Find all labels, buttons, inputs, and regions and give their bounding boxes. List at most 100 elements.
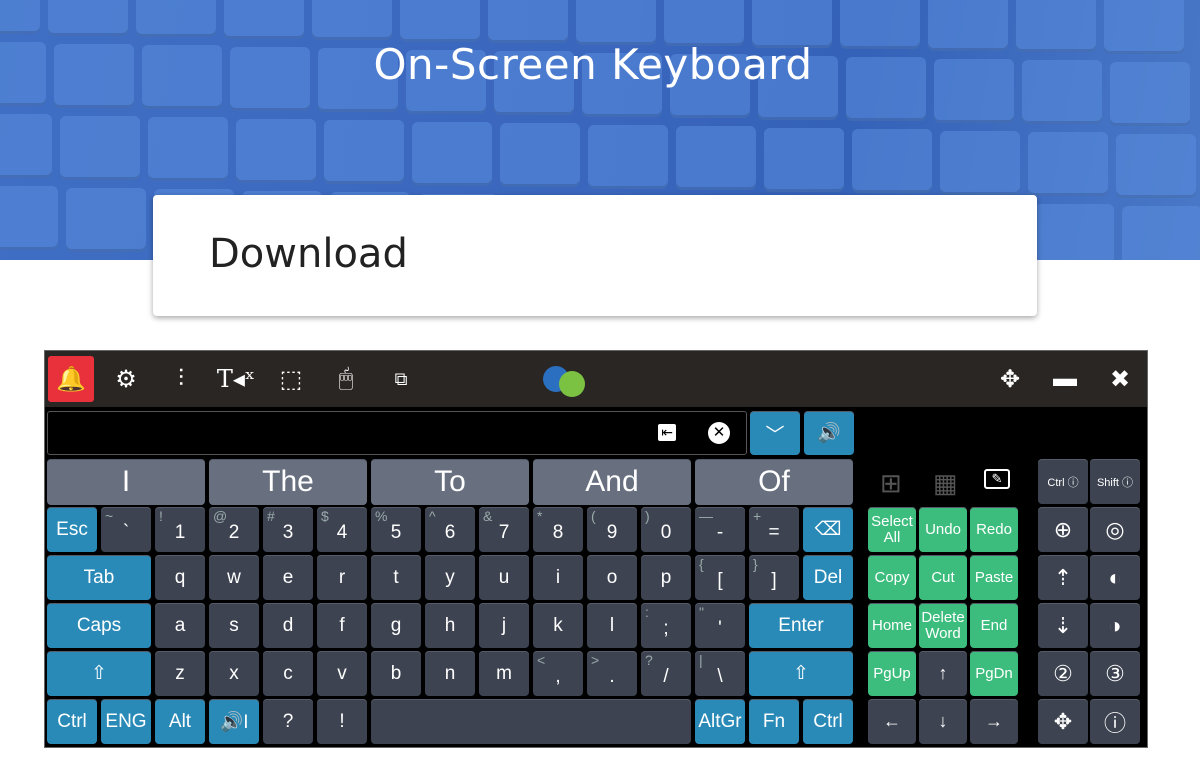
key-h[interactable]: h [425,603,475,648]
edit-key[interactable]: PgUp [868,651,916,696]
minimize-icon[interactable]: ▬ [1042,356,1088,402]
key-s[interactable]: s [209,603,259,648]
key-[interactable]: ! [317,699,367,744]
edit-key[interactable]: Paste [970,555,1018,600]
drag-button[interactable]: ✥ [1038,699,1088,744]
key-e[interactable]: e [263,555,313,600]
edit-key[interactable]: PgDn [970,651,1018,696]
key-y[interactable]: y [425,555,475,600]
suggestion-button[interactable]: The [209,459,367,505]
sliders-icon[interactable]: ⫶ [158,356,204,402]
edit-key[interactable]: Cut [919,555,967,600]
key-ENG[interactable]: ENG [101,699,151,744]
key-[interactable]: " ' [695,603,745,648]
text-input[interactable]: ⇤ ✕ [47,411,747,455]
key-f[interactable]: f [317,603,367,648]
close-icon[interactable]: ✖ [1097,356,1143,402]
key-[interactable]: ⇧ [47,651,151,696]
key-4[interactable]: $4 [317,507,367,552]
key-6[interactable]: ^ 6 [425,507,475,552]
edit-key[interactable]: Redo [970,507,1018,552]
key-[interactable]: | \ [695,651,745,696]
key-x[interactable]: x [209,651,259,696]
zoom-button[interactable]: ⊕ [1038,507,1088,552]
dropdown-button[interactable]: ﹀ [750,411,800,455]
key-u[interactable]: u [479,555,529,600]
key-q[interactable]: q [155,555,205,600]
key-Ctrl[interactable]: Ctrl [47,699,97,744]
key-Esc[interactable]: Esc [47,507,97,552]
key-[interactable]: ? / [641,651,691,696]
key-Caps[interactable]: Caps [47,603,151,648]
key-j[interactable]: j [479,603,529,648]
suggestion-button[interactable]: To [371,459,529,505]
key-5[interactable]: % 5 [371,507,421,552]
key-Del[interactable]: Del [803,555,853,600]
key-n[interactable]: n [425,651,475,696]
double-click-button[interactable]: ② [1038,651,1088,696]
key-g[interactable]: g [371,603,421,648]
key-c[interactable]: c [263,651,313,696]
key-b[interactable]: b [371,651,421,696]
key-k[interactable]: k [533,603,583,648]
edit-key[interactable]: Undo [919,507,967,552]
key-[interactable]: }] [749,555,799,600]
key-Ctrl[interactable]: Ctrl [803,699,853,744]
edit-key[interactable]: Select All [868,507,916,552]
key-l[interactable]: l [587,603,637,648]
key-i[interactable]: i [533,555,583,600]
key-[interactable]: — - [695,507,745,552]
screen-select-icon[interactable]: ⬚ [268,356,314,402]
key-w[interactable]: w [209,555,259,600]
mouse-icon[interactable]: 🖱 [323,356,369,402]
text-to-speech-mute-icon[interactable]: T◂ˣ [213,356,259,402]
key-Tab[interactable]: Tab [47,555,151,600]
key-[interactable]: :; [641,603,691,648]
clear-icon[interactable]: ✕ [708,422,730,444]
suggestion-button[interactable]: And [533,459,691,505]
key-I[interactable]: 🔊I [209,699,259,744]
edit-key[interactable]: End [970,603,1018,648]
suggestion-button[interactable]: I [47,459,205,505]
key-1[interactable]: ! 1 [155,507,205,552]
gear-icon[interactable]: ⚙ [103,356,149,402]
bell-icon[interactable]: 🔔 [48,356,94,402]
key-AltGr[interactable]: AltGr [695,699,745,744]
window-switch-icon[interactable]: ⧉ [378,356,424,402]
edit-key[interactable]: ↓ [919,699,967,744]
key-m[interactable]: m [479,651,529,696]
ctrl-click-button[interactable]: Ctrl ⓘ [1038,459,1088,504]
key-r[interactable]: r [317,555,367,600]
key-[interactable]: + = [749,507,799,552]
key-o[interactable]: o [587,555,637,600]
windows-icon[interactable]: ⊞ [880,468,902,499]
middle-click-button[interactable]: ⓘ [1090,699,1140,744]
key-Enter[interactable]: Enter [749,603,853,648]
scroll-up-button[interactable]: ⇡ [1038,555,1088,600]
key-8[interactable]: * 8 [533,507,583,552]
key-3[interactable]: #3 [263,507,313,552]
scroll-down-button[interactable]: ⇣ [1038,603,1088,648]
key-2[interactable]: @2 [209,507,259,552]
key-Alt[interactable]: Alt [155,699,205,744]
key-[interactable]: >. [587,651,637,696]
shift-click-button[interactable]: Shift ⓘ [1090,459,1140,504]
key-9[interactable]: (9 [587,507,637,552]
suggestion-button[interactable]: Of [695,459,853,505]
calculator-icon[interactable]: ▦ [933,468,958,499]
key-v[interactable]: v [317,651,367,696]
download-button[interactable]: Download [153,195,1037,316]
edit-key[interactable]: Delete Word [919,603,967,648]
key-Fn[interactable]: Fn [749,699,799,744]
key-p[interactable]: p [641,555,691,600]
key-[interactable]: {[ [695,555,745,600]
key-[interactable]: ⌫ [803,507,853,552]
target-button[interactable]: ◎ [1090,507,1140,552]
move-icon[interactable]: ✥ [987,356,1033,402]
insert-word-icon[interactable]: ⇤ [658,424,676,441]
speak-button[interactable]: 🔊 [804,411,854,455]
key-z[interactable]: z [155,651,205,696]
key-[interactable]: ~ ` [101,507,151,552]
left-click-button[interactable]: ◐ [1090,555,1140,600]
key-space[interactable] [371,699,691,744]
